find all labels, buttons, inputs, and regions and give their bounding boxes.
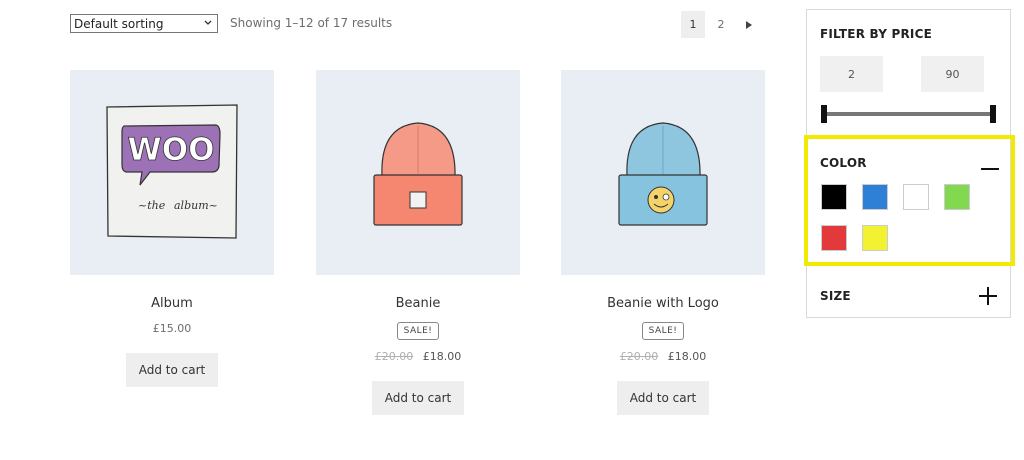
- product-image-beanie-with-logo[interactable]: [561, 70, 765, 275]
- price-filter-title: FILTER BY PRICE: [820, 27, 932, 41]
- old-price: £20.00: [374, 350, 414, 363]
- result-count: Showing 1–12 of 17 results: [230, 16, 393, 30]
- sort-select-value: Default sorting: [74, 16, 164, 31]
- sale-badge: SALE!: [641, 322, 685, 340]
- add-to-cart-button[interactable]: Add to cart: [372, 381, 464, 415]
- product-price: £15.00: [70, 322, 274, 336]
- page-1-button[interactable]: 1: [681, 11, 705, 38]
- color-swatch-yellow[interactable]: [862, 225, 888, 251]
- product-price: £20.00 £18.00: [561, 350, 765, 364]
- color-filter-title: COLOR: [820, 156, 867, 170]
- sort-select[interactable]: Default sorting: [70, 14, 218, 33]
- page-2-button[interactable]: 2: [709, 11, 733, 38]
- color-swatch-black[interactable]: [821, 184, 847, 210]
- add-to-cart-button[interactable]: Add to cart: [126, 353, 218, 387]
- price-slider-max-handle[interactable]: [990, 105, 996, 123]
- product-title[interactable]: Beanie with Logo: [561, 296, 765, 312]
- color-filter-highlight: COLOR: [804, 135, 1015, 266]
- product-image-beanie[interactable]: [316, 70, 520, 275]
- svg-text:WOO: WOO: [128, 132, 215, 168]
- collapse-minus-icon[interactable]: [981, 168, 999, 170]
- size-filter-title: SIZE: [820, 289, 851, 303]
- color-swatch-green[interactable]: [944, 184, 970, 210]
- price-min-input[interactable]: 2: [820, 56, 883, 92]
- filter-sidebar: FILTER BY PRICE 2 90 COLOR SIZE: [804, 9, 1015, 318]
- pagination: 1 2: [681, 11, 765, 38]
- product-title[interactable]: Album: [70, 296, 274, 312]
- price-value: £15.00: [152, 322, 192, 335]
- product-image-album[interactable]: WOO ~the album~: [70, 70, 274, 275]
- chevron-down-icon: [204, 20, 212, 25]
- svg-text:album~: album~: [174, 199, 218, 212]
- add-to-cart-button[interactable]: Add to cart: [617, 381, 709, 415]
- old-price: £20.00: [619, 350, 659, 363]
- product-title[interactable]: Beanie: [316, 296, 520, 312]
- price-slider-track[interactable]: [824, 112, 995, 116]
- expand-plus-icon[interactable]: [979, 287, 997, 305]
- price-slider-min-handle[interactable]: [821, 105, 827, 123]
- new-price: £18.00: [422, 350, 462, 363]
- next-page-button[interactable]: [737, 11, 761, 38]
- color-swatch-white[interactable]: [903, 184, 929, 210]
- product-card: Beanie with Logo SALE! £20.00 £18.00 Add…: [561, 70, 765, 415]
- product-card: Beanie SALE! £20.00 £18.00 Add to cart: [316, 70, 520, 415]
- color-swatch-blue[interactable]: [862, 184, 888, 210]
- new-price: £18.00: [667, 350, 707, 363]
- triangle-right-icon: [746, 20, 752, 29]
- sale-badge: SALE!: [396, 322, 440, 340]
- product-card: WOO ~the album~ Album £15.00 Add to cart: [70, 70, 274, 387]
- svg-text:~the: ~the: [138, 199, 166, 212]
- product-price: £20.00 £18.00: [316, 350, 520, 364]
- color-swatch-red[interactable]: [821, 225, 847, 251]
- price-max-input[interactable]: 90: [921, 56, 984, 92]
